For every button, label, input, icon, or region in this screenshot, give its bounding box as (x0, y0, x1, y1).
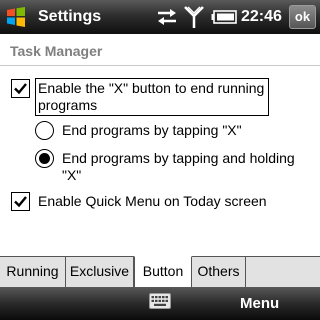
page-header: Task Manager (0, 34, 320, 66)
title-bar: Settings 22:46 ok (0, 0, 320, 34)
end-by-tap-hold-radio[interactable] (35, 149, 54, 168)
enable-x-button-checkbox[interactable] (11, 79, 30, 98)
enable-quick-menu-label[interactable]: Enable Quick Menu on Today screen (38, 193, 267, 210)
windows-start-icon[interactable] (5, 6, 27, 28)
end-by-tap-label[interactable]: End programs by tapping "X" (62, 122, 242, 139)
ok-button[interactable]: ok (289, 5, 316, 29)
end-by-tap-radio[interactable] (35, 121, 54, 140)
signal-strength-icon[interactable] (184, 5, 204, 29)
page-title: Task Manager (10, 43, 103, 59)
tab-button[interactable]: Button (134, 256, 192, 287)
softkey-bar: Menu (0, 287, 320, 320)
menu-softkey[interactable]: Menu (240, 295, 279, 312)
battery-icon[interactable] (211, 10, 237, 24)
tab-exclusive[interactable]: Exclusive (66, 257, 134, 287)
clock: 22:46 (241, 8, 282, 25)
enable-quick-menu-checkbox[interactable] (11, 192, 30, 211)
enable-x-button-label[interactable]: Enable the "X" button to end running pro… (35, 78, 269, 116)
app-title: Settings (38, 8, 102, 25)
tab-others[interactable]: Others (192, 257, 246, 287)
radio-selected-dot (39, 153, 50, 164)
end-by-tap-hold-label[interactable]: End programs by tapping and holding "X" (62, 150, 312, 184)
sync-arrows-icon[interactable] (156, 6, 178, 28)
tab-bar: Running Exclusive Button Others (0, 256, 320, 287)
tab-running[interactable]: Running (0, 257, 66, 287)
checkmark-icon (14, 196, 27, 208)
keyboard-icon[interactable] (149, 293, 171, 309)
checkmark-icon (14, 83, 27, 95)
